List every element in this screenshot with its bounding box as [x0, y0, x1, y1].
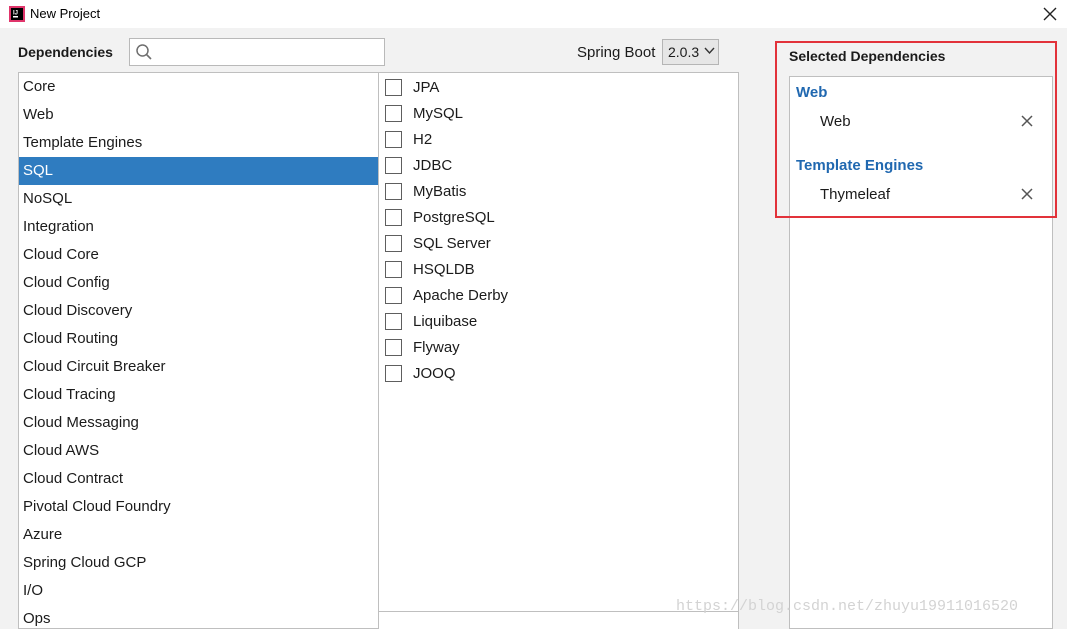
category-item[interactable]: Cloud Discovery	[19, 297, 379, 325]
dependency-item[interactable]: MyBatis	[379, 178, 738, 204]
dependency-item[interactable]: JDBC	[379, 152, 738, 178]
dependency-item[interactable]: Liquibase	[379, 308, 738, 334]
title-bar: IJ New Project	[0, 0, 1067, 28]
dependency-label: MyBatis	[413, 182, 467, 200]
dependency-item[interactable]: MySQL	[379, 100, 738, 126]
dependency-item[interactable]: JPA	[379, 74, 738, 100]
selected-group-title: Web	[796, 84, 828, 101]
dependency-checkbox[interactable]	[385, 208, 402, 226]
spring-boot-label: Spring Boot	[577, 44, 656, 61]
category-item[interactable]: Cloud Circuit Breaker	[19, 353, 379, 381]
category-item[interactable]: NoSQL	[19, 185, 379, 213]
dependency-checkbox[interactable]	[385, 260, 402, 278]
dependency-label: JDBC	[413, 156, 453, 174]
dependency-checkbox[interactable]	[385, 286, 402, 304]
dependency-item[interactable]: HSQLDB	[379, 256, 738, 282]
dependency-label: JPA	[413, 78, 440, 96]
category-item[interactable]: Cloud Messaging	[19, 409, 379, 437]
category-item[interactable]: Web	[19, 101, 379, 129]
dependency-item[interactable]: Apache Derby	[379, 282, 738, 308]
selected-dependencies-title: Selected Dependencies	[789, 48, 946, 64]
dependency-item[interactable]: H2	[379, 126, 738, 152]
dependency-item[interactable]: JOOQ	[379, 360, 738, 386]
dependency-checkbox[interactable]	[385, 182, 402, 200]
dependency-label: MySQL	[413, 104, 464, 122]
remove-icon[interactable]	[1018, 185, 1036, 203]
category-item[interactable]: Cloud AWS	[19, 437, 379, 465]
dependency-label: PostgreSQL	[413, 208, 495, 226]
dependencies-label: Dependencies	[18, 44, 113, 60]
close-button[interactable]	[1038, 4, 1062, 24]
category-item[interactable]: Cloud Contract	[19, 465, 379, 493]
dependency-checkbox[interactable]	[385, 104, 402, 122]
category-item[interactable]: Pivotal Cloud Foundry	[19, 493, 379, 521]
dependency-item[interactable]: Flyway	[379, 334, 738, 360]
dependency-item[interactable]: SQL Server	[379, 230, 738, 256]
category-item[interactable]: Spring Cloud GCP	[19, 549, 379, 577]
dependency-checkbox[interactable]	[385, 312, 402, 330]
category-item[interactable]: Core	[19, 73, 379, 101]
category-item[interactable]: SQL	[19, 157, 379, 185]
category-item[interactable]: Integration	[19, 213, 379, 241]
dependency-label: JOOQ	[413, 364, 456, 382]
spring-boot-version-value: 2.0.3	[668, 44, 700, 60]
remove-icon[interactable]	[1018, 112, 1036, 130]
category-item[interactable]: Ops	[19, 605, 379, 628]
dependency-checkbox[interactable]	[385, 364, 402, 382]
dependency-label: HSQLDB	[413, 260, 475, 278]
dependency-label: Apache Derby	[413, 286, 509, 304]
svg-text:IJ: IJ	[13, 11, 18, 17]
dependency-item[interactable]: PostgreSQL	[379, 204, 738, 230]
dependency-checkbox[interactable]	[385, 234, 402, 252]
dependency-list: JPA MySQL H2 JDBC MyBatis PostgreSQL SQL Serve…	[378, 72, 739, 629]
category-item[interactable]: Cloud Config	[19, 269, 379, 297]
category-list[interactable]: Core Web Template Engines SQL NoSQL Integrati…	[18, 72, 379, 629]
dependency-label: SQL Server	[413, 234, 491, 252]
close-icon	[1043, 7, 1057, 21]
spring-boot-version-select[interactable]: 2.0.3	[662, 39, 719, 65]
category-item[interactable]: Template Engines	[19, 129, 379, 157]
category-item[interactable]: Azure	[19, 521, 379, 549]
search-field[interactable]	[129, 38, 385, 66]
dependency-label: Liquibase	[413, 312, 478, 330]
search-icon	[136, 44, 152, 60]
dependency-checkbox[interactable]	[385, 130, 402, 148]
dependency-label: Flyway	[413, 338, 460, 356]
selected-item: Thymeleaf	[820, 186, 891, 203]
category-item[interactable]: Cloud Core	[19, 241, 379, 269]
chevron-down-icon	[704, 47, 715, 55]
dependency-label: H2	[413, 130, 433, 148]
dependency-checkbox[interactable]	[385, 338, 402, 356]
category-item[interactable]: I/O	[19, 577, 379, 605]
app-icon: IJ	[9, 6, 25, 22]
category-item[interactable]: Cloud Tracing	[19, 381, 379, 409]
selected-dependencies-panel: Web Web Template Engines Thymeleaf	[789, 76, 1053, 629]
selected-group-title: Template Engines	[796, 157, 924, 174]
search-input[interactable]	[156, 42, 380, 62]
dependency-checkbox[interactable]	[385, 78, 402, 96]
watermark: https://blog.csdn.net/zhuyu19911016520	[676, 598, 1019, 615]
selected-item: Web	[820, 113, 851, 130]
dependency-checkbox[interactable]	[385, 156, 402, 174]
window-title: New Project	[30, 6, 101, 21]
category-item[interactable]: Cloud Routing	[19, 325, 379, 353]
